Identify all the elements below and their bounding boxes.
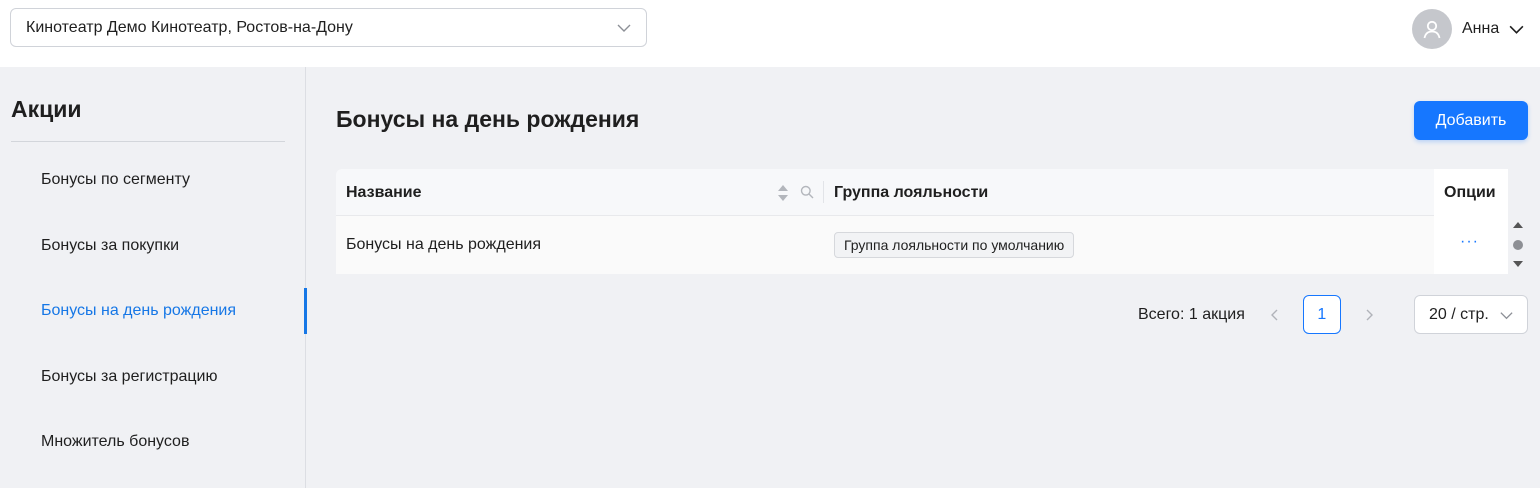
cell-loyalty-group: Группа лояльности по умолчанию (834, 216, 1075, 274)
sidebar-item-label: Бонусы на день рождения (41, 302, 237, 319)
cinema-select[interactable]: Кинотеатр Демо Кинотеатр, Ростов-на-Дону (10, 8, 647, 47)
column-header-options: Опции (1444, 183, 1496, 201)
sidebar-title: Акции (11, 96, 82, 122)
total-count: Всего: 1 акция (1138, 305, 1245, 323)
loyalty-group-tag: Группа лояльности по умолчанию (834, 232, 1075, 258)
more-options-button[interactable]: ··· (1460, 233, 1479, 251)
sidebar-divider (11, 141, 285, 142)
page-size-value: 20 / стр. (1429, 305, 1489, 323)
user-avatar-icon (1412, 9, 1452, 49)
user-name: Анна (1462, 20, 1500, 37)
sidebar-item-label: Бонусы за регистрацию (41, 368, 218, 385)
table-header: Название Группа лояльности (336, 169, 1508, 216)
pagination: Всего: 1 акция 1 (1138, 295, 1385, 334)
top-bar: Кинотеатр Демо Кинотеатр, Ростов-на-Дону… (0, 0, 1540, 67)
options-column: Опции (1434, 169, 1508, 274)
promotions-table: Название Группа лояльности Бонусы на ден… (336, 169, 1528, 274)
chevron-down-icon (617, 24, 631, 32)
column-header-loyalty-group: Группа лояльности (834, 183, 989, 201)
user-menu[interactable]: Анна (1412, 9, 1525, 49)
sidebar-item-label: Бонусы за покупки (41, 237, 180, 254)
sidebar-item-label: Бонусы по сегменту (41, 171, 190, 188)
prev-page-button[interactable] (1259, 299, 1291, 331)
column-separator (823, 181, 824, 203)
sidebar-item-registration-bonuses[interactable]: Бонусы за регистрацию (0, 354, 306, 400)
sidebar-item-segment-bonuses[interactable]: Бонусы по сегменту (0, 157, 306, 203)
table-row: Бонусы на день рождения Группа лояльност… (336, 216, 1508, 274)
page-title: Бонусы на день рождения (336, 106, 640, 132)
search-icon[interactable] (800, 185, 814, 199)
sidebar: Акции Бонусы по сегменту Бонусы за покуп… (0, 67, 307, 488)
chevron-down-icon (1500, 312, 1513, 320)
cinema-select-value: Кинотеатр Демо Кинотеатр, Ростов-на-Дону (26, 18, 353, 36)
column-header-name: Название (346, 183, 422, 201)
chevron-down-icon (1509, 25, 1524, 34)
cell-promotion-name: Бонусы на день рождения (346, 236, 542, 253)
page-size-select[interactable]: 20 / стр. (1414, 295, 1528, 334)
sidebar-item-bonus-multiplier[interactable]: Множитель бонусов (0, 419, 306, 465)
sidebar-item-label: Множитель бонусов (41, 433, 190, 450)
chevron-left-icon (1270, 309, 1278, 320)
next-page-button[interactable] (1353, 299, 1385, 331)
vertical-scrollbar[interactable] (1510, 219, 1526, 271)
sidebar-item-purchase-bonuses[interactable]: Бонусы за покупки (0, 223, 306, 269)
chevron-right-icon (1366, 309, 1373, 320)
add-button[interactable]: Добавить (1414, 101, 1528, 140)
sidebar-item-birthday-bonuses[interactable]: Бонусы на день рождения (0, 288, 307, 334)
page-button-current[interactable]: 1 (1302, 295, 1341, 334)
sort-icon[interactable] (777, 183, 789, 203)
